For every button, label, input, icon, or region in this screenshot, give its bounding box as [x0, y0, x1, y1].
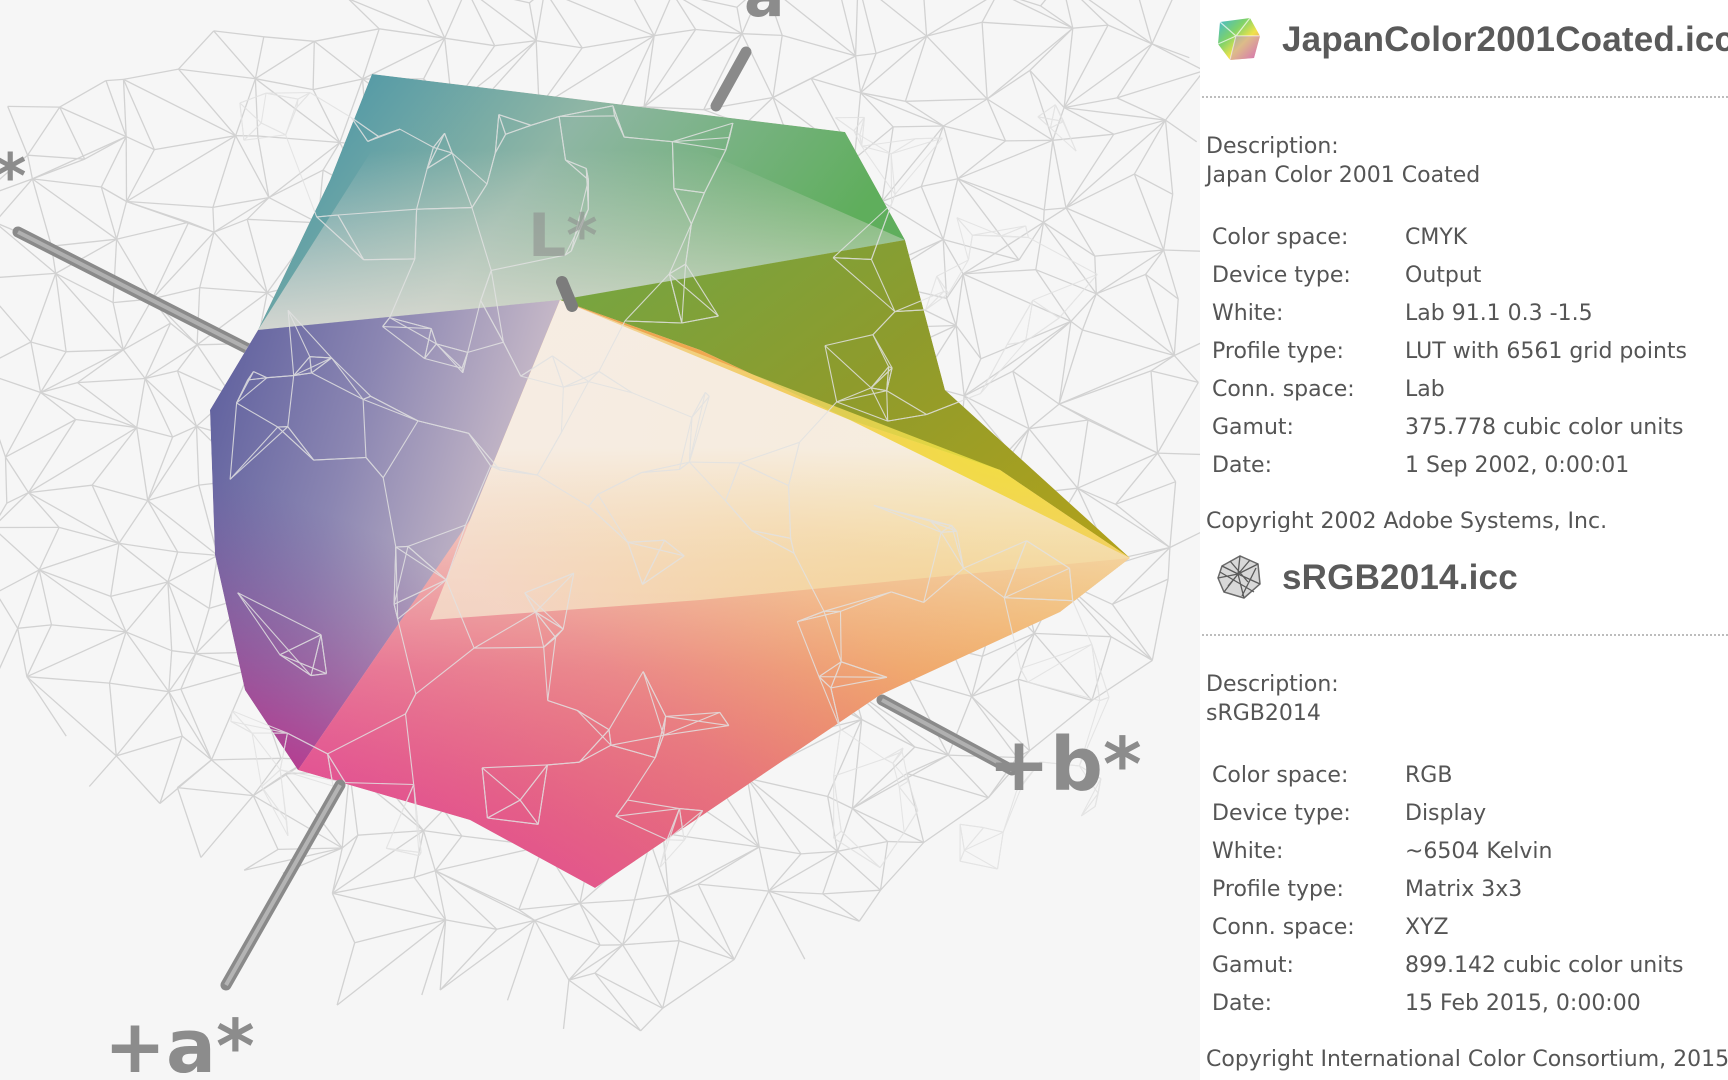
info-row-conn-space: Conn. space: XYZ — [1206, 908, 1689, 946]
info-key: Color space: — [1212, 224, 1349, 250]
info-key: Profile type: — [1212, 338, 1344, 364]
info-row-device-type: Device type: Display — [1206, 794, 1689, 832]
info-value: 375.778 cubic color units — [1405, 414, 1684, 440]
info-key: Date: — [1212, 452, 1272, 478]
gamut-3d-viewport[interactable]: * L* +a* +b* a — [0, 0, 1200, 1080]
description-label: Description: — [1206, 672, 1339, 697]
info-row-color-space: Color space: RGB — [1206, 756, 1689, 794]
plus-a-axis-label: +a* — [104, 1004, 255, 1080]
info-row-date: Date: 15 Feb 2015, 0:00:00 — [1206, 984, 1689, 1022]
profile-filename: sRGB2014.icc — [1282, 558, 1518, 597]
info-row-device-type: Device type: Output — [1206, 256, 1693, 294]
info-key: Device type: — [1212, 262, 1351, 288]
description-value: Japan Color 2001 Coated — [1206, 163, 1481, 188]
plus-b-axis-label: +b* — [988, 722, 1142, 808]
info-value: RGB — [1405, 762, 1453, 788]
profile-header: JapanColor2001Coated.icc — [1200, 0, 1728, 80]
info-row-white: White: ~6504 Kelvin — [1206, 832, 1689, 870]
gamut-3d-plot[interactable]: * L* +a* +b* a — [0, 0, 1200, 1080]
profile-filename: JapanColor2001Coated.icc — [1282, 20, 1728, 59]
info-key: Gamut: — [1212, 414, 1294, 440]
info-key: Device type: — [1212, 800, 1351, 826]
profile-header: sRGB2014.icc — [1200, 538, 1728, 618]
profile-info-table: Color space: RGB Device type: Display Whit… — [1206, 756, 1689, 1022]
info-row-date: Date: 1 Sep 2002, 0:00:01 — [1206, 446, 1693, 484]
info-row-profile-type: Profile type: LUT with 6561 grid points — [1206, 332, 1693, 370]
info-value: ~6504 Kelvin — [1405, 838, 1553, 864]
info-key: Conn. space: — [1212, 376, 1355, 402]
info-key: Date: — [1212, 990, 1272, 1016]
profile-card: sRGB2014.icc Description: sRGB2014 Color… — [1200, 538, 1728, 1072]
info-value: CMYK — [1405, 224, 1468, 250]
profile-info-table: Color space: CMYK Device type: Output Whit… — [1206, 218, 1693, 484]
info-value: Matrix 3x3 — [1405, 876, 1523, 902]
info-row-profile-type: Profile type: Matrix 3x3 — [1206, 870, 1689, 908]
divider — [1202, 634, 1728, 636]
info-value: XYZ — [1405, 914, 1449, 940]
minus-b-axis-label: * — [0, 140, 26, 213]
description-label: Description: — [1206, 134, 1339, 159]
info-key: Gamut: — [1212, 952, 1294, 978]
copyright-text: Copyright 2002 Adobe Systems, Inc. — [1206, 509, 1608, 532]
info-key: Conn. space: — [1212, 914, 1355, 940]
info-value: 899.142 cubic color units — [1405, 952, 1684, 978]
info-row-conn-space: Conn. space: Lab — [1206, 370, 1693, 408]
info-value: LUT with 6561 grid points — [1405, 338, 1687, 364]
info-row-gamut: Gamut: 375.778 cubic color units — [1206, 408, 1693, 446]
description-value: sRGB2014 — [1206, 701, 1321, 726]
profile-card: JapanColor2001Coated.icc Description: Ja… — [1200, 0, 1728, 532]
info-key: Color space: — [1212, 762, 1349, 788]
copyright-text: Copyright International Color Consortium… — [1206, 1047, 1728, 1072]
info-key: White: — [1212, 838, 1284, 864]
profile-info-panel: JapanColor2001Coated.icc Description: Ja… — [1200, 0, 1728, 1080]
info-value: Output — [1405, 262, 1482, 288]
l-star-axis-label: L* — [528, 201, 598, 271]
info-key: Profile type: — [1212, 876, 1344, 902]
minus-a-axis-label: a — [744, 0, 785, 31]
gamut-color-icon — [1217, 17, 1260, 61]
divider — [1202, 96, 1728, 98]
gamut-wireframe-icon — [1217, 555, 1261, 599]
info-value: Display — [1405, 800, 1487, 826]
info-value: Lab 91.1 0.3 -1.5 — [1405, 300, 1593, 326]
info-row-white: White: Lab 91.1 0.3 -1.5 — [1206, 294, 1693, 332]
info-row-color-space: Color space: CMYK — [1206, 218, 1693, 256]
info-key: White: — [1212, 300, 1284, 326]
info-value: 15 Feb 2015, 0:00:00 — [1405, 990, 1641, 1016]
info-row-gamut: Gamut: 899.142 cubic color units — [1206, 946, 1689, 984]
info-value: 1 Sep 2002, 0:00:01 — [1405, 452, 1630, 478]
info-value: Lab — [1405, 376, 1445, 402]
